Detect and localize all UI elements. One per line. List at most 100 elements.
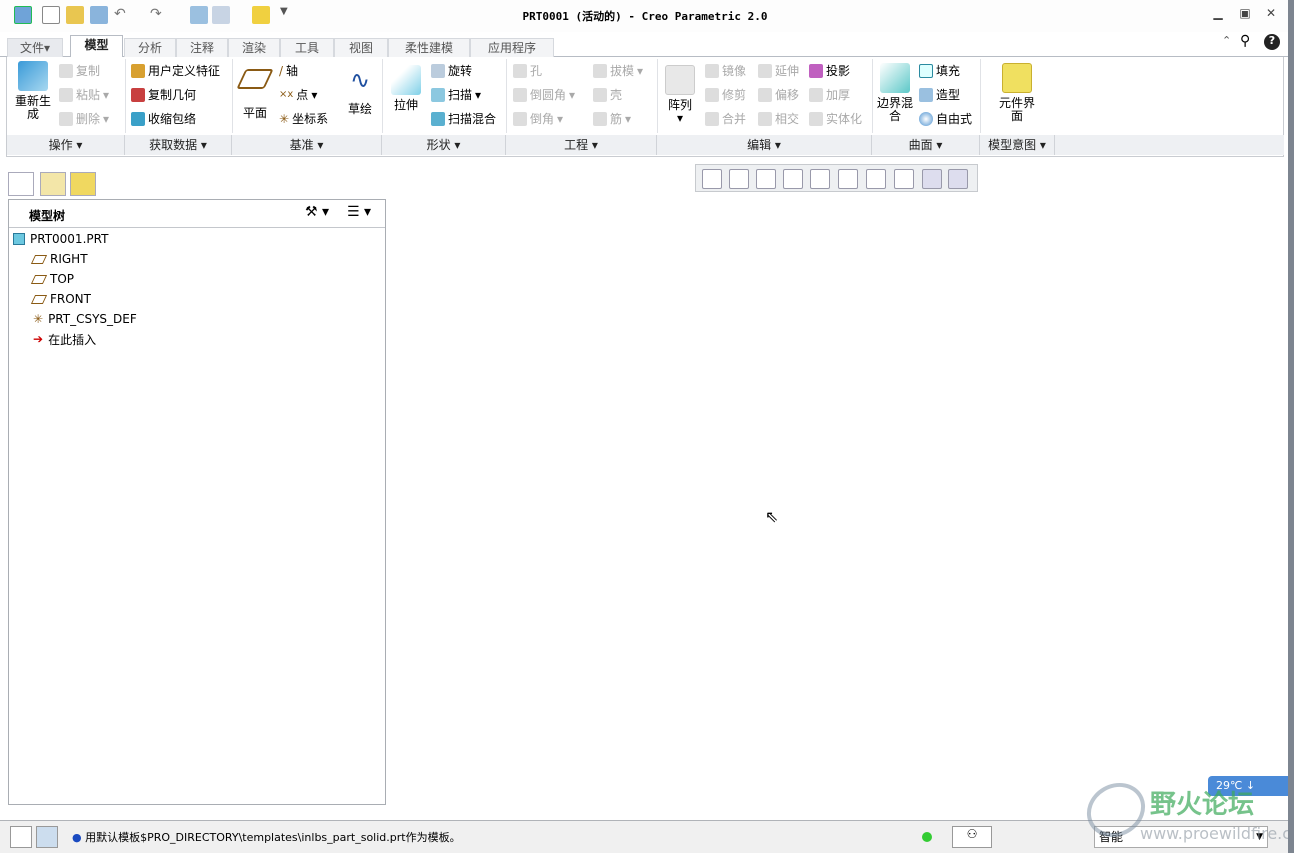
browser-toggle-icon[interactable] bbox=[36, 826, 58, 848]
axis-button[interactable]: / 轴 bbox=[279, 61, 298, 81]
tab-analysis[interactable]: 分析 bbox=[124, 38, 176, 57]
round-button[interactable]: 倒圆角 ▾ bbox=[513, 85, 575, 105]
view-manager-icon[interactable] bbox=[866, 169, 886, 189]
solidify-button[interactable]: 实体化 bbox=[809, 109, 862, 129]
favorites-tab-icon[interactable] bbox=[70, 172, 96, 196]
tab-annotate[interactable]: 注释 bbox=[176, 38, 228, 57]
fill-button[interactable]: 填充 bbox=[919, 61, 960, 81]
tree-item-part[interactable]: PRT0001.PRT bbox=[13, 230, 108, 248]
offset-button[interactable]: 偏移 bbox=[758, 85, 799, 105]
tab-render[interactable]: 渲染 bbox=[228, 38, 280, 57]
label: 曲面 bbox=[908, 138, 933, 152]
settings-icon[interactable]: ⚒ ▾ bbox=[305, 204, 329, 220]
group-editing-dropdown[interactable]: 编辑 ▾ bbox=[657, 135, 872, 155]
udf-button[interactable]: 用户定义特征 bbox=[131, 61, 220, 81]
pattern-button[interactable]: 阵列 ▾ bbox=[661, 65, 699, 125]
tree-item-front[interactable]: FRONT bbox=[30, 290, 91, 308]
chamfer-button[interactable]: 倒角 ▾ bbox=[513, 109, 563, 129]
boundary-blend-button[interactable]: 边界混合 bbox=[875, 63, 915, 123]
minimize-button[interactable]: ▁ bbox=[1210, 6, 1226, 22]
repaint-icon[interactable] bbox=[783, 169, 803, 189]
group-model-intent-dropdown[interactable]: 模型意图 ▾ bbox=[980, 135, 1055, 155]
tree-item-insert-here[interactable]: ➔ 在此插入 bbox=[33, 330, 96, 348]
group-engineering-dropdown[interactable]: 工程 ▾ bbox=[506, 135, 657, 155]
rib-button[interactable]: 筋 ▾ bbox=[593, 109, 631, 129]
display-style-icon[interactable] bbox=[810, 169, 830, 189]
label: 拔模 bbox=[610, 64, 635, 78]
copy-geometry-button[interactable]: 复制几何 bbox=[131, 85, 196, 105]
tab-view[interactable]: 视图 bbox=[334, 38, 388, 57]
sketch-button[interactable]: ∿ 草绘 bbox=[341, 65, 379, 116]
refit-icon[interactable] bbox=[702, 169, 722, 189]
saved-orientations-icon[interactable] bbox=[838, 169, 858, 189]
tab-tools[interactable]: 工具 bbox=[280, 38, 334, 57]
delete-button[interactable]: 删除 ▾ bbox=[59, 109, 109, 129]
maximize-button[interactable]: ▣ bbox=[1237, 6, 1253, 22]
udf-icon bbox=[131, 64, 145, 78]
thicken-button[interactable]: 加厚 bbox=[809, 85, 850, 105]
hole-button[interactable]: 孔 bbox=[513, 61, 542, 81]
tree-item-top[interactable]: TOP bbox=[30, 270, 74, 288]
divider bbox=[506, 59, 507, 133]
show-icon[interactable]: ☰ ▾ bbox=[347, 204, 371, 220]
watermark-url: www.proewildfire.cn bbox=[1140, 824, 1294, 843]
zoom-out-icon[interactable] bbox=[756, 169, 776, 189]
shell-button[interactable]: 壳 bbox=[593, 85, 622, 105]
navigator-toggle-icon[interactable] bbox=[10, 826, 32, 848]
component-interface-button[interactable]: 元件界面 bbox=[997, 63, 1037, 123]
label: 边界混合 bbox=[876, 96, 913, 123]
intersect-button[interactable]: 相交 bbox=[758, 109, 799, 129]
model-tree-tab-icon[interactable] bbox=[8, 172, 34, 196]
trim-button[interactable]: 修剪 bbox=[705, 85, 746, 105]
plane-button[interactable]: 平面 bbox=[236, 65, 274, 120]
datum-display-icon[interactable] bbox=[894, 169, 914, 189]
freestyle-button[interactable]: 自由式 bbox=[919, 109, 972, 129]
extend-button[interactable]: 延伸 bbox=[758, 61, 799, 81]
offset-icon bbox=[758, 88, 772, 102]
mirror-button[interactable]: 镜像 bbox=[705, 61, 746, 81]
group-datum-dropdown[interactable]: 基准 ▾ bbox=[232, 135, 382, 155]
folder-browser-tab-icon[interactable] bbox=[40, 172, 66, 196]
project-button[interactable]: 投影 bbox=[809, 61, 850, 81]
mouse-cursor-icon: ⇖ bbox=[765, 507, 779, 526]
group-shapes-dropdown[interactable]: 形状 ▾ bbox=[382, 135, 506, 155]
regenerate-button[interactable]: 重新生成 bbox=[11, 61, 55, 121]
tab-model[interactable]: 模型 bbox=[70, 35, 123, 58]
annotation-display-icon[interactable] bbox=[922, 169, 942, 189]
shrinkwrap-button[interactable]: 收缩包络 bbox=[131, 109, 196, 129]
paste-button[interactable]: 粘贴 ▾ bbox=[59, 85, 109, 105]
tree-item-csys[interactable]: ✳ PRT_CSYS_DEF bbox=[33, 310, 137, 328]
spin-center-icon[interactable] bbox=[948, 169, 968, 189]
extend-icon bbox=[758, 64, 772, 78]
label: 筋 bbox=[610, 112, 623, 126]
revolve-button[interactable]: 旋转 bbox=[431, 61, 472, 81]
csys-icon: ✳ bbox=[279, 112, 290, 126]
datum-plane-icon bbox=[30, 274, 48, 284]
extrude-button[interactable]: 拉伸 bbox=[387, 65, 425, 112]
style-button[interactable]: 造型 bbox=[919, 85, 960, 105]
label: 重新生成 bbox=[14, 94, 51, 121]
divider bbox=[657, 59, 658, 133]
label: 平面 bbox=[242, 106, 267, 120]
sweep-button[interactable]: 扫描 ▾ bbox=[431, 85, 481, 105]
draft-button[interactable]: 拔模 ▾ bbox=[593, 61, 643, 81]
group-get-data-dropdown[interactable]: 获取数据 ▾ bbox=[125, 135, 232, 155]
zoom-in-icon[interactable] bbox=[729, 169, 749, 189]
point-button[interactable]: ×x 点 ▾ bbox=[279, 85, 317, 105]
tree-item-right[interactable]: RIGHT bbox=[30, 250, 88, 268]
group-surfaces-dropdown[interactable]: 曲面 ▾ bbox=[872, 135, 980, 155]
find-icon[interactable]: ⚇ bbox=[952, 826, 992, 848]
copy-button[interactable]: 复制 bbox=[59, 61, 100, 81]
divider bbox=[232, 59, 233, 133]
tab-flexible-modeling[interactable]: 柔性建模 bbox=[388, 38, 470, 57]
close-button[interactable]: ✕ bbox=[1263, 6, 1279, 22]
label: 元件界面 bbox=[998, 96, 1035, 123]
csys-button[interactable]: ✳ 坐标系 bbox=[279, 109, 328, 129]
fill-icon bbox=[919, 64, 933, 78]
merge-button[interactable]: 合并 bbox=[705, 109, 746, 129]
tab-applications[interactable]: 应用程序 bbox=[470, 38, 554, 57]
tab-file[interactable]: 文件▾ bbox=[7, 38, 63, 57]
swept-blend-button[interactable]: 扫描混合 bbox=[431, 109, 496, 129]
paste-icon bbox=[59, 88, 73, 102]
group-operations-dropdown[interactable]: 操作 ▾ bbox=[7, 135, 125, 155]
